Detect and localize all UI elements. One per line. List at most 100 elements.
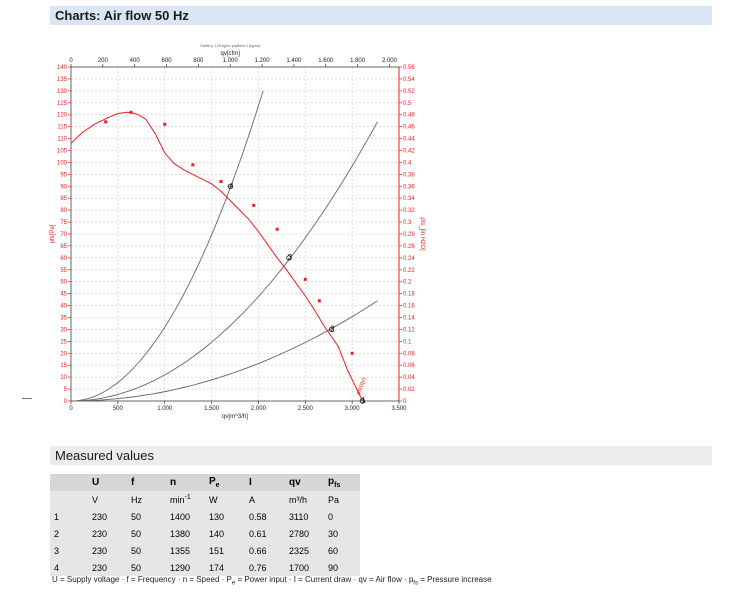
y-right-tick-label: 0.44 xyxy=(403,137,415,143)
y-right-tick-label: 0 xyxy=(403,399,407,405)
y-left-tick-label: 40 xyxy=(60,304,67,310)
y-right-tick-label: 0.56 xyxy=(403,65,415,71)
x-bottom-tick-label: 500 xyxy=(113,406,124,412)
unit-pe: W xyxy=(205,491,245,508)
header-qv: qv xyxy=(285,474,324,491)
legend-text: U = Supply voltage · f = Frequency · n =… xyxy=(52,575,492,587)
y-right-tick-label: 0.1 xyxy=(403,339,412,345)
y-right-tick-label: 0.02 xyxy=(403,387,415,393)
y-right-tick-label: 0.4 xyxy=(403,160,412,166)
x-bottom-tick-label: 2.000 xyxy=(251,406,267,412)
pfs-marker xyxy=(252,203,256,207)
operating-point-label: 1 xyxy=(361,396,366,405)
pfs-curve-label: pfs(qv) xyxy=(356,377,368,396)
y-left-tick-label: 50 xyxy=(60,280,67,286)
y-left-tick-label: 130 xyxy=(57,89,68,95)
header-f: f xyxy=(127,474,166,491)
y-left-tick-label: 125 xyxy=(57,101,68,107)
y-left-tick-label: 25 xyxy=(60,339,67,345)
unit-qv: m³/h xyxy=(285,491,324,508)
y-right-tick-label: 0.54 xyxy=(403,77,415,83)
y-right-tick-label: 0.32 xyxy=(403,208,415,214)
header-pe: Pe xyxy=(205,474,245,491)
x-bottom-axis-label: qv[m^3/h] xyxy=(222,414,248,420)
pfs-marker xyxy=(219,180,223,184)
y-left-tick-label: 135 xyxy=(57,77,68,83)
pfs-curve xyxy=(70,111,363,402)
pfs-marker xyxy=(317,299,321,303)
y-right-tick-label: 0.04 xyxy=(403,375,415,381)
y-left-tick-label: 105 xyxy=(57,149,68,155)
y-right-tick-label: 0.42 xyxy=(403,149,415,155)
x-top-tick-label: 1.200 xyxy=(255,58,271,64)
x-top-tick-label: 1.800 xyxy=(350,58,366,64)
y-right-tick-label: 0.5 xyxy=(403,101,412,107)
operating-point-label: 2 xyxy=(330,324,335,333)
chart-section-title: Charts: Air flow 50 Hz xyxy=(55,8,189,23)
y-left-tick-label: 0 xyxy=(64,399,68,405)
y-left-tick-label: 20 xyxy=(60,351,67,357)
header-n: n xyxy=(166,474,205,491)
x-bottom-tick-label: 1.000 xyxy=(157,406,173,412)
x-top-tick-label: 800 xyxy=(193,58,204,64)
table-row: 3 230 50 1355 151 0.66 2325 60 xyxy=(50,542,360,559)
y-left-tick-label: 15 xyxy=(60,363,67,369)
y-right-tick-label: 0.26 xyxy=(403,244,415,250)
table-row: 1 230 50 1400 130 0.58 3110 0 xyxy=(50,508,360,525)
measured-values-header: Measured values xyxy=(50,446,712,465)
y-left-tick-label: 10 xyxy=(60,375,67,381)
pfs-marker xyxy=(163,122,167,126)
x-bottom-tick-label: 0 xyxy=(69,406,73,412)
y-left-tick-label: 45 xyxy=(60,292,67,298)
y-right-axis-label: pfs_[in H2O] xyxy=(419,217,425,251)
top-caption: Dichte ρ 1,20 kg/m³ ρ/ρNenn 1 (kg/m³) xyxy=(200,44,260,48)
pfs-marker xyxy=(350,351,354,355)
y-left-tick-label: 100 xyxy=(57,160,68,166)
pfs-marker xyxy=(303,277,307,281)
unit-u: V xyxy=(88,491,127,508)
y-right-tick-label: 0.08 xyxy=(403,351,415,357)
x-bottom-tick-label: 3.000 xyxy=(345,406,361,412)
x-top-tick-label: 600 xyxy=(162,58,173,64)
y-right-tick-label: 0.34 xyxy=(403,196,415,202)
x-top-tick-label: 1.400 xyxy=(286,58,302,64)
y-left-tick-label: 85 xyxy=(60,196,67,202)
y-left-tick-label: 115 xyxy=(57,125,67,131)
y-left-tick-label: 110 xyxy=(57,137,67,143)
x-top-axis-label: qv[cfm] xyxy=(221,51,241,57)
pfs-marker xyxy=(191,163,195,167)
x-top-tick-label: 0 xyxy=(69,58,73,64)
y-right-tick-label: 0.28 xyxy=(403,232,415,238)
table-row: 2 230 50 1380 140 0.61 2780 30 xyxy=(50,525,360,542)
y-left-tick-label: 90 xyxy=(60,184,67,190)
header-pfs: pfs xyxy=(324,474,360,491)
y-left-tick-label: 75 xyxy=(60,220,67,226)
x-top-tick-label: 1.600 xyxy=(318,58,334,64)
pfs-marker xyxy=(104,120,108,124)
x-bottom-tick-label: 3.500 xyxy=(391,406,407,412)
y-right-tick-label: 0.36 xyxy=(403,184,415,190)
pfs-marker xyxy=(129,110,133,114)
y-left-tick-label: 60 xyxy=(60,256,67,262)
y-right-tick-label: 0.06 xyxy=(403,363,415,369)
y-right-tick-label: 0.22 xyxy=(403,268,415,274)
operating-point-label: 3 xyxy=(288,253,293,262)
y-right-tick-label: 0.46 xyxy=(403,125,415,131)
y-left-tick-label: 30 xyxy=(60,327,67,333)
y-left-axis-label: pfs[Pa] xyxy=(50,224,56,243)
y-left-tick-label: 80 xyxy=(60,208,67,214)
y-right-tick-label: 0.12 xyxy=(403,327,415,333)
unit-n: min-1 xyxy=(166,491,205,508)
x-top-tick-label: 1.000 xyxy=(223,58,239,64)
table-row: 4 230 50 1290 174 0.76 1700 90 xyxy=(50,559,360,576)
y-left-tick-label: 70 xyxy=(60,232,67,238)
y-right-tick-label: 0.2 xyxy=(403,280,412,286)
system-curve-2 xyxy=(70,121,378,402)
y-right-tick-label: 0.3 xyxy=(403,220,412,226)
y-left-tick-label: 5 xyxy=(64,387,68,393)
x-bottom-tick-label: 1.500 xyxy=(204,406,220,412)
header-u: U xyxy=(88,474,127,491)
y-left-tick-label: 35 xyxy=(60,316,67,322)
x-bottom-tick-label: 2.500 xyxy=(298,406,314,412)
y-right-tick-label: 0.38 xyxy=(403,172,415,178)
